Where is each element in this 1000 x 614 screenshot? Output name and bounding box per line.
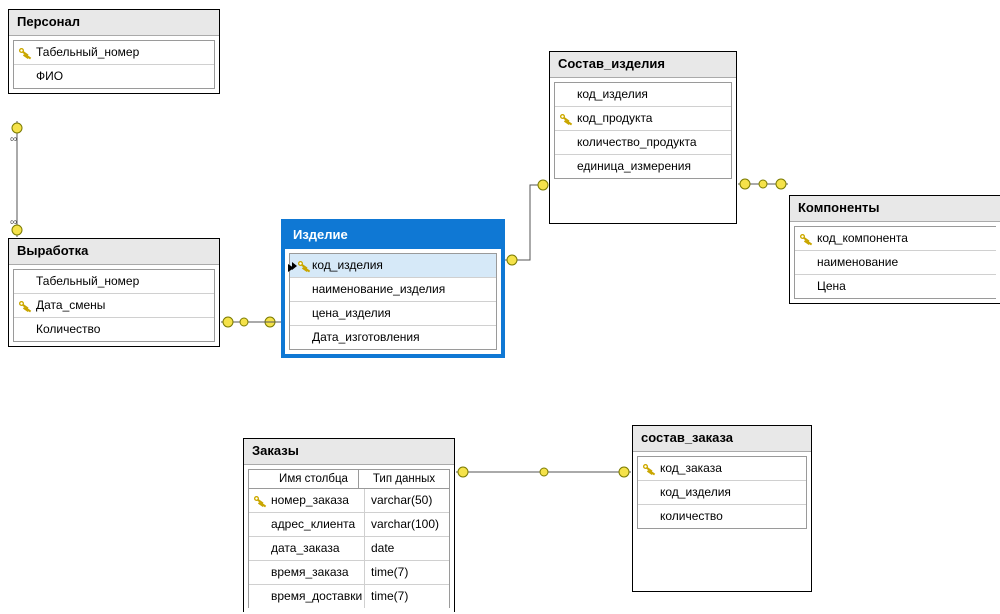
field-name: код_заказа [658,457,806,480]
entity-title: Изделие [285,223,501,249]
field-type: varchar(100) [364,513,449,536]
field-name: количество [658,505,806,528]
field-name: Табельный_номер [34,270,214,293]
entity-komponenty[interactable]: Компоненты код_компонента наименование Ц… [789,195,1000,304]
field-name: Табельный_номер [34,41,214,64]
entity-title: Состав_изделия [550,52,736,78]
field-name: Цена [815,275,996,298]
entity-sostav-zakaza[interactable]: состав_заказа код_заказа код_изделия кол… [632,425,812,592]
field-name: адрес_клиента [269,513,364,536]
field-name: наименование_изделия [310,278,496,301]
field-list: Имя столбца Тип данных номер_заказа varc… [248,469,450,608]
entity-vyrabotka[interactable]: Выработка Табельный_номер Дата_смены Кол… [8,238,220,347]
entity-title: Заказы [244,439,454,465]
field-list: код_компонента наименование Цена [794,226,996,299]
field-row[interactable]: наименование_изделия [290,277,496,301]
field-type: time(7) [364,585,449,608]
field-name: дата_заказа [269,537,364,560]
field-name: код_изделия [658,481,806,504]
col-header-name: Имя столбца [269,470,359,489]
field-row[interactable]: время_доставки time(7) [249,584,449,608]
entity-title: Персонал [9,10,219,36]
entity-izdelie[interactable]: Изделие код_изделия наименование_изделия… [281,219,505,358]
primary-key-icon [643,463,654,474]
field-name: ФИО [34,65,214,88]
entity-title: Компоненты [790,196,1000,222]
field-row[interactable]: количество [638,504,806,528]
primary-key-icon [298,260,309,271]
field-list: код_изделия код_продукта количество_прод… [554,82,732,179]
field-type: time(7) [364,561,449,584]
field-name: время_доставки [269,585,364,608]
field-name: код_изделия [310,254,496,277]
field-row[interactable]: наименование [795,250,996,274]
field-name: Количество [34,318,214,341]
field-row[interactable]: Дата_смены [14,293,214,317]
field-name: наименование [815,251,996,274]
primary-key-icon [19,47,30,58]
field-list: код_изделия наименование_изделия цена_из… [289,253,497,350]
svg-text:∞: ∞ [10,134,17,145]
field-name: код_продукта [575,107,731,130]
field-row[interactable]: код_изделия [290,254,496,277]
column-headers: Имя столбца Тип данных [249,470,449,489]
field-row[interactable]: время_заказа time(7) [249,560,449,584]
field-name: единица_измерения [575,155,731,178]
field-type: varchar(50) [364,489,449,512]
field-row[interactable]: код_изделия [638,480,806,504]
field-row[interactable]: дата_заказа date [249,536,449,560]
field-name: Дата_смены [34,294,214,317]
entity-personal[interactable]: Персонал Табельный_номер ФИО [8,9,220,94]
field-name: время_заказа [269,561,364,584]
field-list: Табельный_номер Дата_смены Количество [13,269,215,342]
field-type: date [364,537,449,560]
entity-zakazy[interactable]: Заказы Имя столбца Тип данных номер_зака… [243,438,455,612]
field-row[interactable]: адрес_клиента varchar(100) [249,512,449,536]
primary-key-icon [19,300,30,311]
field-row[interactable]: ФИО [14,64,214,88]
field-name: номер_заказа [269,489,364,512]
field-row[interactable]: код_заказа [638,457,806,480]
svg-text:∞: ∞ [10,217,17,228]
field-list: код_заказа код_изделия количество [637,456,807,529]
field-row[interactable]: количество_продукта [555,130,731,154]
col-header-type: Тип данных [359,470,449,489]
entity-sostav-izdelija[interactable]: Состав_изделия код_изделия код_продукта … [549,51,737,224]
field-row[interactable]: номер_заказа varchar(50) [249,489,449,512]
field-row[interactable]: Табельный_номер [14,41,214,64]
entity-title: состав_заказа [633,426,811,452]
field-row[interactable]: Дата_изготовления [290,325,496,349]
primary-key-icon [800,233,811,244]
er-diagram-canvas[interactable]: ∞ ∞ Персонал Табельный_номер [0,0,1000,614]
field-row[interactable]: Цена [795,274,996,298]
field-row[interactable]: цена_изделия [290,301,496,325]
field-name: код_компонента [815,227,996,250]
field-row[interactable]: Количество [14,317,214,341]
field-list: Табельный_номер ФИО [13,40,215,89]
field-row[interactable]: код_продукта [555,106,731,130]
entity-title: Выработка [9,239,219,265]
field-name: цена_изделия [310,302,496,325]
field-row[interactable]: единица_измерения [555,154,731,178]
field-row[interactable]: Табельный_номер [14,270,214,293]
primary-key-icon [560,113,571,124]
primary-key-icon [254,495,265,506]
row-cursor-icon [288,264,294,272]
field-name: код_изделия [575,83,731,106]
field-name: количество_продукта [575,131,731,154]
field-row[interactable]: код_изделия [555,83,731,106]
field-name: Дата_изготовления [310,326,496,349]
field-row[interactable]: код_компонента [795,227,996,250]
